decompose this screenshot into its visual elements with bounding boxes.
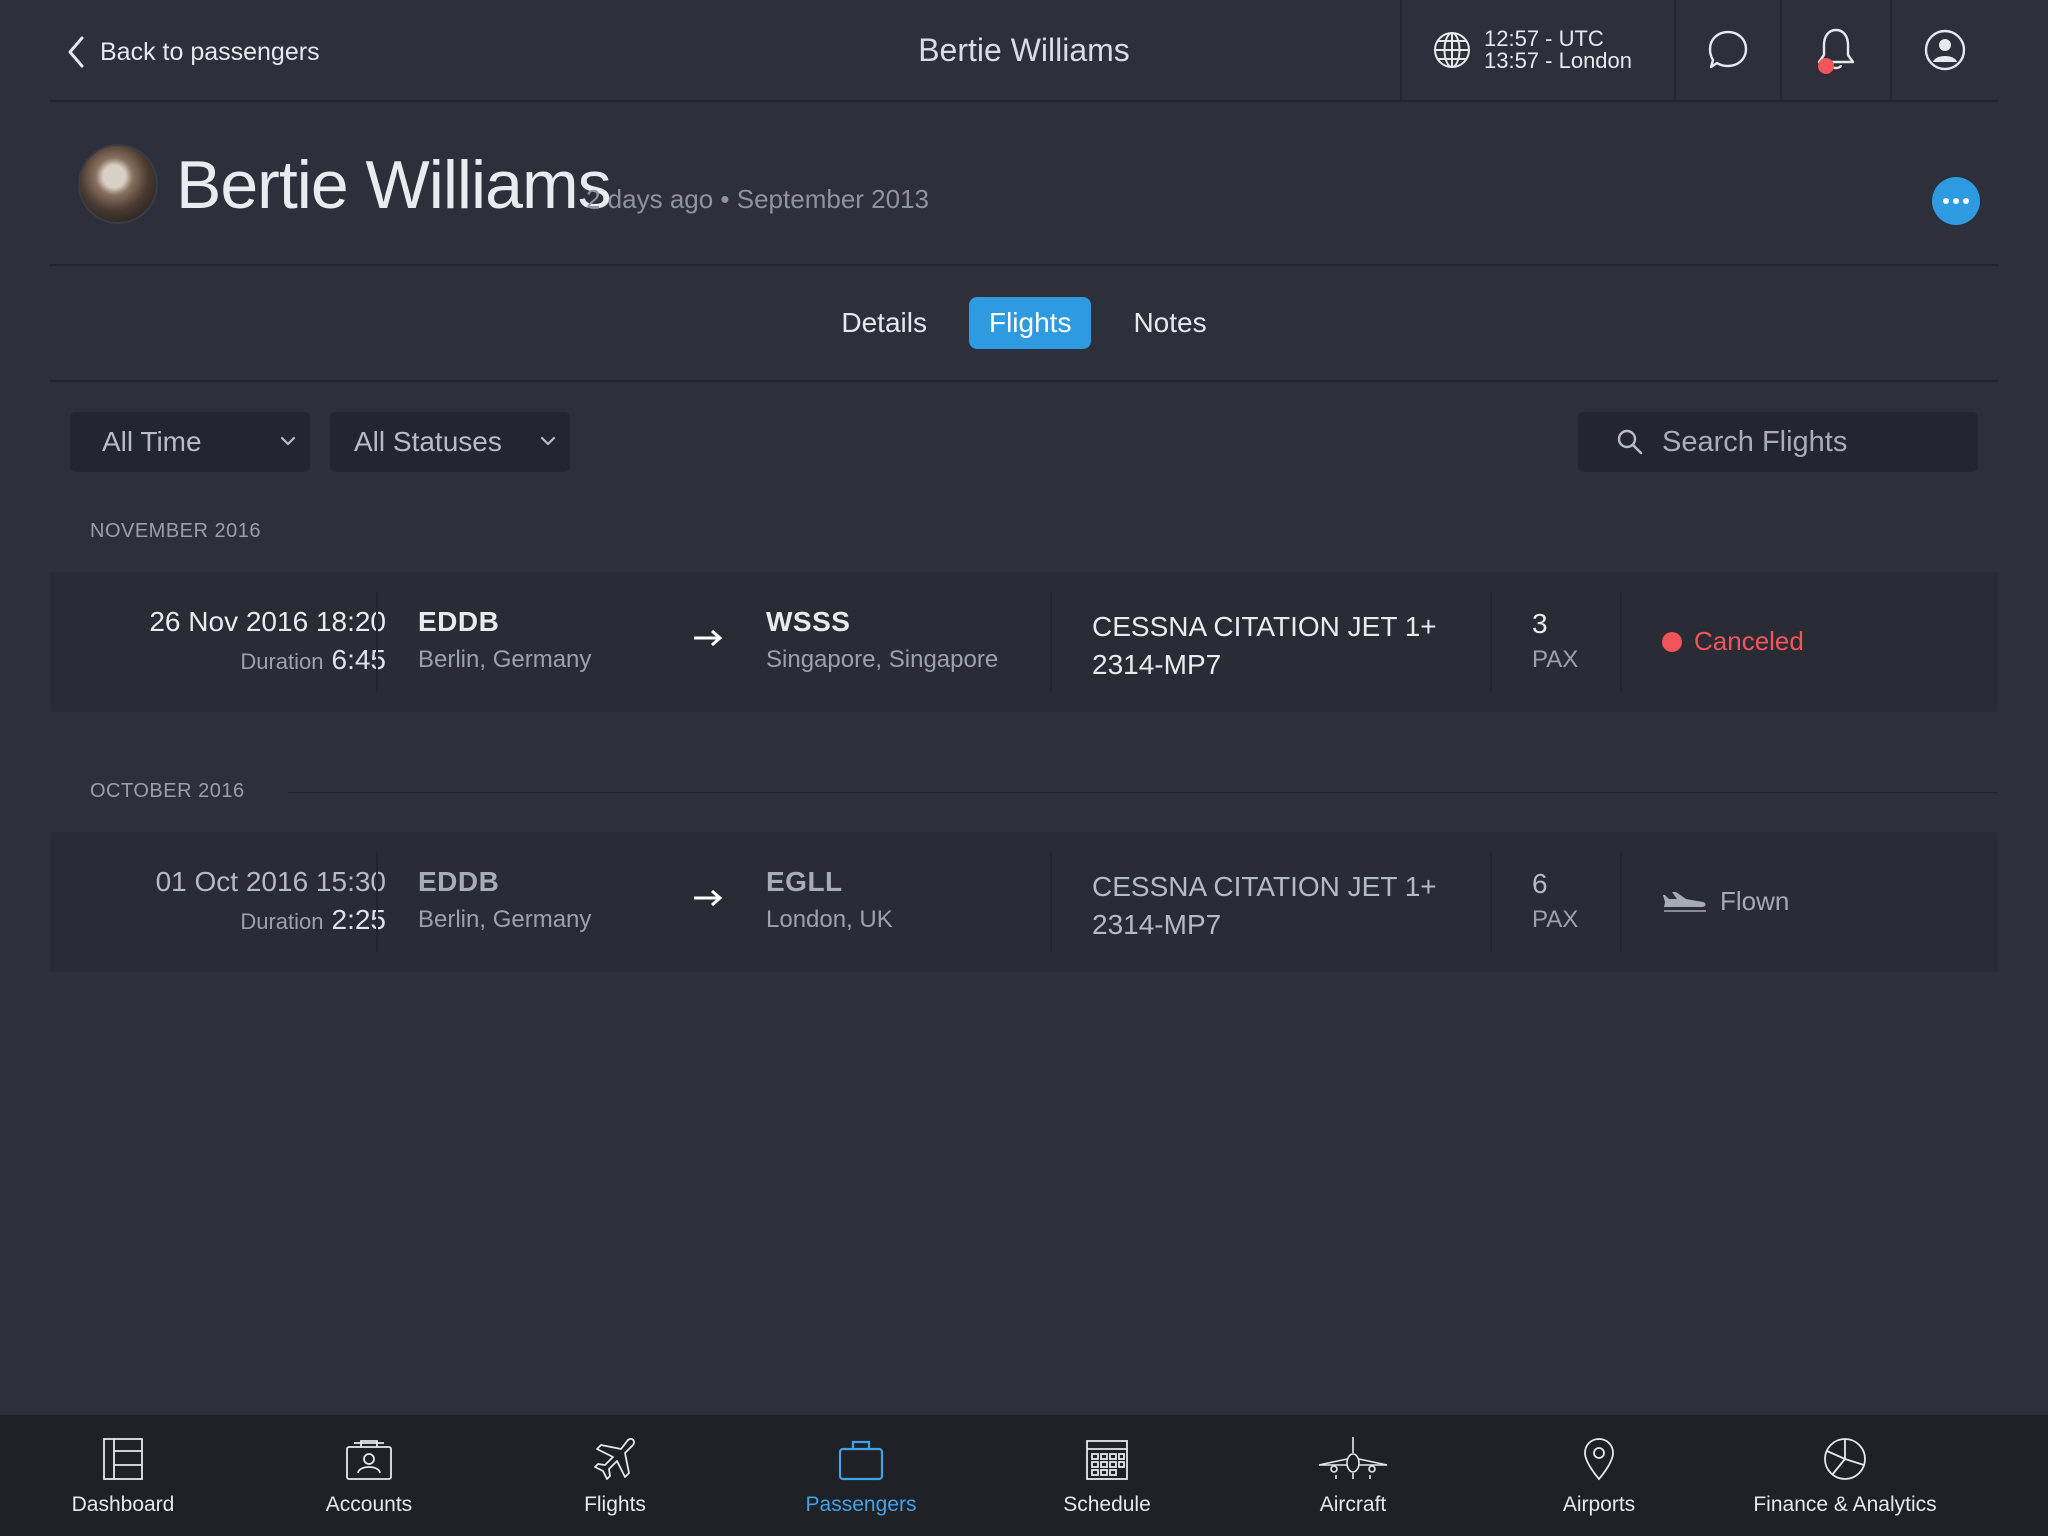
nav-label: Aircraft xyxy=(1319,1493,1387,1516)
more-options-button[interactable] xyxy=(1932,177,1980,225)
flight-row[interactable]: 01 Oct 2016 15:30 Duration 2:25 EDDB Berl… xyxy=(50,832,1998,972)
notifications-button[interactable] xyxy=(1780,0,1890,100)
nav-label: Accounts xyxy=(325,1493,413,1516)
nav-dashboard[interactable]: Dashboard xyxy=(0,1415,246,1536)
messages-button[interactable] xyxy=(1674,0,1780,100)
avatar xyxy=(78,144,158,224)
nav-label: Airports xyxy=(1562,1493,1636,1516)
back-to-passengers-link[interactable]: Back to passengers xyxy=(66,34,320,70)
more-dot-icon xyxy=(1953,198,1959,204)
aircraft-type: CESSNA CITATION JET 1+ xyxy=(1092,611,1437,642)
nav-flights[interactable]: Flights xyxy=(492,1415,738,1536)
origin-city: Berlin, Germany xyxy=(418,646,592,673)
month-group-title: OCTOBER 2016 xyxy=(90,780,245,802)
more-dot-icon xyxy=(1943,198,1949,204)
aircraft-registration: 2314-MP7 xyxy=(1092,909,1222,940)
tab-details[interactable]: Details xyxy=(821,297,947,349)
pax-label: PAX xyxy=(1532,646,1579,673)
destination-city: Singapore, Singapore xyxy=(766,646,999,673)
flight-row[interactable]: 26 Nov 2016 18:20 Duration 6:45 EDDB Berl… xyxy=(50,572,1998,712)
group-divider xyxy=(288,792,1998,793)
nav-schedule[interactable]: Schedule xyxy=(984,1415,1230,1536)
chevron-down-icon xyxy=(540,436,556,446)
bottom-tab-bar: Dashboard Accounts Flights Passengers Sc… xyxy=(0,1415,2048,1536)
globe-icon xyxy=(1434,32,1470,68)
column-divider xyxy=(1490,852,1492,952)
status-filter-value: All Statuses xyxy=(354,426,502,457)
nav-finance-analytics[interactable]: Finance & Analytics xyxy=(1722,1415,1968,1536)
profile-button[interactable] xyxy=(1890,0,1998,100)
arrow-right-icon xyxy=(694,889,723,907)
column-divider xyxy=(1620,592,1622,692)
plane-icon xyxy=(594,1438,635,1480)
nav-label: Finance & Analytics xyxy=(1753,1493,1937,1516)
chevron-down-icon xyxy=(280,436,296,446)
column-divider xyxy=(376,852,378,952)
origin-code: EDDB xyxy=(418,866,500,897)
flight-status: Flown xyxy=(1720,886,1790,916)
aircraft-icon xyxy=(1318,1437,1388,1479)
status-filter-dropdown[interactable]: All Statuses xyxy=(330,412,570,472)
column-divider xyxy=(376,592,378,692)
briefcase-icon xyxy=(838,1440,884,1481)
world-clock[interactable]: 12:57 - UTC 13:57 - London xyxy=(1400,0,1674,100)
nav-label: Flights xyxy=(584,1493,646,1516)
column-divider xyxy=(1490,592,1492,692)
chat-bubble-icon xyxy=(1708,30,1748,69)
search-input[interactable] xyxy=(1662,425,1962,459)
passenger-tabs: Details Flights Notes xyxy=(50,266,1998,382)
more-dot-icon xyxy=(1963,198,1969,204)
time-local: 13:57 - London xyxy=(1484,48,1633,73)
calendar-icon xyxy=(1086,1440,1128,1480)
top-bar: Back to passengers Bertie Williams 12:57… xyxy=(50,0,1998,102)
column-divider xyxy=(1620,852,1622,952)
nav-label: Dashboard xyxy=(71,1493,175,1516)
flight-datetime: 26 Nov 2016 18:20 xyxy=(149,606,386,637)
flight-datetime: 01 Oct 2016 15:30 xyxy=(155,866,386,897)
duration-label: Duration xyxy=(240,909,324,934)
time-filter-value: All Time xyxy=(102,426,202,457)
chevron-left-icon xyxy=(68,36,84,68)
tab-flights[interactable]: Flights xyxy=(968,297,1092,349)
passenger-name: Bertie Williams xyxy=(176,147,612,223)
time-filter-dropdown[interactable]: All Time xyxy=(70,412,310,472)
origin-code: EDDB xyxy=(418,606,500,637)
arrow-right-icon xyxy=(694,629,723,647)
dashboard-icon xyxy=(103,1438,143,1480)
flight-status: Canceled xyxy=(1694,626,1804,656)
pax-label: PAX xyxy=(1532,906,1579,933)
origin-city: Berlin, Germany xyxy=(418,906,592,933)
passenger-header: Bertie Williams 2 days ago • September 2… xyxy=(50,102,1998,266)
nav-passengers[interactable]: Passengers xyxy=(738,1415,984,1536)
time-utc: 12:57 - UTC xyxy=(1484,26,1604,51)
nav-label: Passengers xyxy=(805,1493,917,1516)
canceled-status-dot xyxy=(1662,631,1682,652)
destination-code: WSSS xyxy=(766,606,851,637)
accounts-icon xyxy=(346,1440,392,1480)
back-label: Back to passengers xyxy=(100,37,320,66)
nav-aircraft[interactable]: Aircraft xyxy=(1230,1415,1476,1536)
passenger-meta: 2 days ago • September 2013 xyxy=(586,184,930,214)
search-icon xyxy=(1617,429,1643,455)
duration-label: Duration xyxy=(240,649,324,674)
pie-chart-icon xyxy=(1824,1438,1866,1480)
nav-accounts[interactable]: Accounts xyxy=(246,1415,492,1536)
nav-airports[interactable]: Airports xyxy=(1476,1415,1722,1536)
map-pin-icon xyxy=(1584,1438,1614,1481)
search-flights[interactable] xyxy=(1578,412,1978,472)
nav-label: Schedule xyxy=(1063,1493,1151,1516)
column-divider xyxy=(1050,852,1052,952)
column-divider xyxy=(1050,592,1052,692)
notification-badge xyxy=(1818,58,1834,74)
pax-count: 6 xyxy=(1532,868,1548,899)
user-avatar-icon xyxy=(1924,29,1966,71)
aircraft-type: CESSNA CITATION JET 1+ xyxy=(1092,871,1437,902)
aircraft-registration: 2314-MP7 xyxy=(1092,649,1222,680)
destination-code: EGLL xyxy=(766,866,843,897)
destination-city: London, UK xyxy=(766,906,893,933)
month-group-title: NOVEMBER 2016 xyxy=(90,520,262,542)
plane-landed-icon xyxy=(1663,891,1706,912)
tab-notes[interactable]: Notes xyxy=(1113,297,1226,349)
pax-count: 3 xyxy=(1532,608,1548,639)
